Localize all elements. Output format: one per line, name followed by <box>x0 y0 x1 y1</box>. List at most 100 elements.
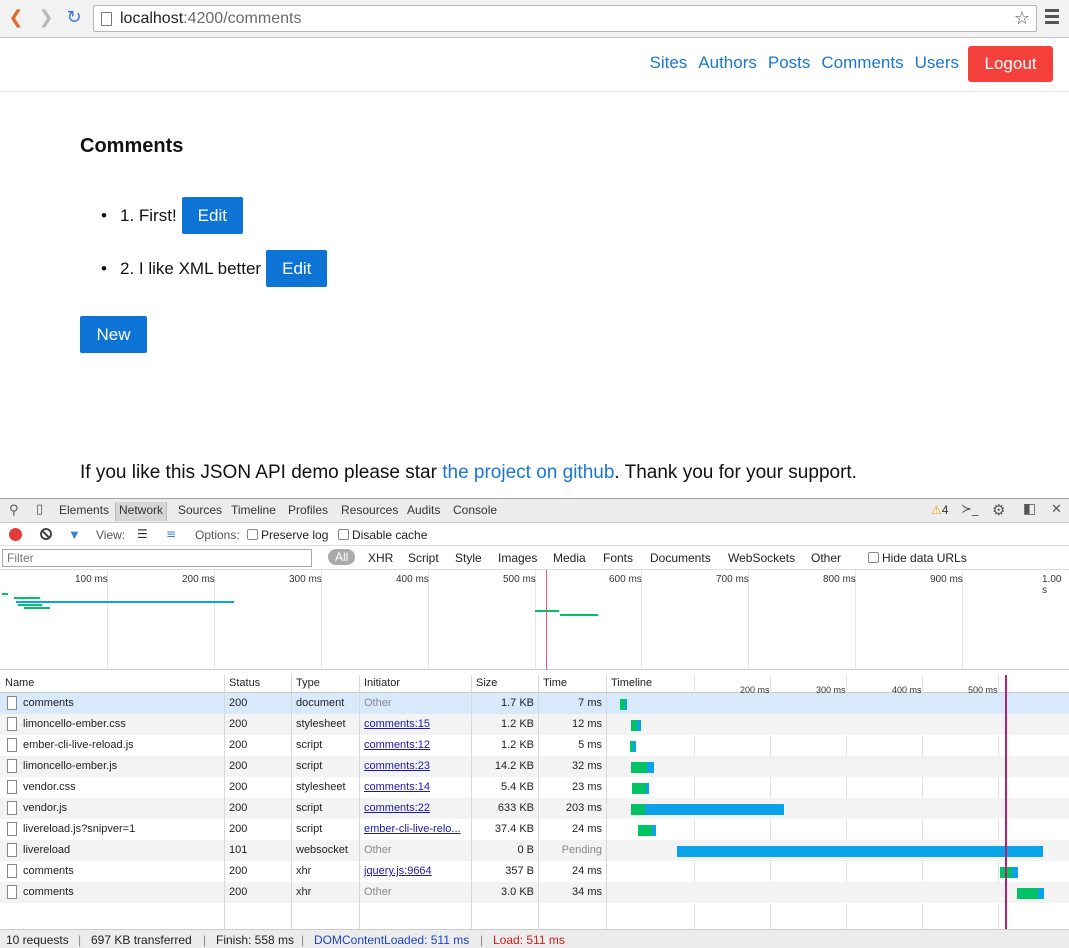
disable-cache-checkbox[interactable] <box>338 529 349 540</box>
request-name[interactable]: vendor.js <box>23 802 221 814</box>
column-timeline[interactable]: Timeline <box>611 677 652 689</box>
request-initiator[interactable]: ember-cli-live-relo... <box>364 823 468 835</box>
tab-resources[interactable]: Resources <box>341 503 398 517</box>
transferred-size: 697 KB transferred <box>91 933 192 947</box>
logout-button[interactable]: Logout <box>968 46 1053 82</box>
type-filter-documents[interactable]: Documents <box>650 551 711 565</box>
filter-input[interactable] <box>2 549 312 567</box>
record-icon[interactable] <box>9 528 22 541</box>
github-link[interactable]: the project on github <box>442 462 614 483</box>
nav-link-posts[interactable]: Posts <box>768 53 811 73</box>
request-count: 10 requests <box>6 933 69 947</box>
request-time: 7 ms <box>578 697 602 709</box>
filter-icon[interactable]: ▼ <box>68 527 81 542</box>
tab-elements[interactable]: Elements <box>59 503 109 517</box>
column-size[interactable]: Size <box>476 677 497 689</box>
preserve-log-checkbox[interactable] <box>247 529 258 540</box>
table-row[interactable]: limoncello-ember.css 200 stylesheet comment… <box>0 714 1069 735</box>
warning-counter[interactable]: ⚠4 <box>931 503 948 517</box>
type-filter-media[interactable]: Media <box>553 551 586 565</box>
type-filter-all[interactable]: All <box>328 549 356 565</box>
table-row[interactable]: limoncello-ember.js 200 script comments:23 1… <box>0 756 1069 777</box>
request-time: 24 ms <box>572 823 602 835</box>
table-row[interactable]: comments 200 document Other 1.7 KB 7 ms <box>0 693 1069 714</box>
type-filter-script[interactable]: Script <box>408 551 439 565</box>
network-overview[interactable]: 100 ms 200 ms 300 ms 400 ms 500 ms 600 m… <box>0 570 1069 670</box>
request-name[interactable]: livereload.js?snipver=1 <box>23 823 221 835</box>
request-name[interactable]: limoncello-ember.js <box>23 760 221 772</box>
hide-data-urls-checkbox[interactable] <box>868 552 879 563</box>
forward-icon[interactable]: ❯ <box>36 8 56 28</box>
column-time[interactable]: Time <box>543 677 567 689</box>
column-status[interactable]: Status <box>229 677 260 689</box>
type-filter-websockets[interactable]: WebSockets <box>728 551 795 565</box>
column-name[interactable]: Name <box>5 677 34 689</box>
table-row[interactable]: comments 200 xhr jquery.js:9664 357 B 24 ms <box>0 861 1069 882</box>
table-row[interactable]: vendor.css 200 stylesheet comments:14 5.4 KB… <box>0 777 1069 798</box>
request-initiator[interactable]: comments:15 <box>364 718 468 730</box>
nav-link-comments[interactable]: Comments <box>821 53 903 73</box>
browser-menu-icon[interactable] <box>1045 9 1059 27</box>
request-name[interactable]: comments <box>23 886 221 898</box>
type-filter-xhr[interactable]: XHR <box>368 551 393 565</box>
request-name[interactable]: limoncello-ember.css <box>23 718 221 730</box>
back-icon[interactable]: ❮ <box>6 8 26 28</box>
request-name[interactable]: vendor.css <box>23 781 221 793</box>
tab-console[interactable]: Console <box>453 503 497 517</box>
request-initiator: Other <box>364 697 392 709</box>
request-name[interactable]: livereload <box>23 844 221 856</box>
network-toolbar: ▼ View: ☰ ≡ Options: Preserve log Disabl… <box>0 524 1069 546</box>
tab-network[interactable]: Network <box>115 502 168 521</box>
table-row[interactable]: livereload 101 websocket Other 0 B Pending <box>0 840 1069 861</box>
column-type[interactable]: Type <box>296 677 320 689</box>
type-filter-images[interactable]: Images <box>498 551 537 565</box>
table-row[interactable]: comments 200 xhr Other 3.0 KB 34 ms <box>0 882 1069 903</box>
tab-timeline[interactable]: Timeline <box>231 503 276 517</box>
dock-icon[interactable]: ◧ <box>1023 501 1036 517</box>
list-view-icon[interactable]: ☰ <box>137 527 148 541</box>
request-type: script <box>296 802 323 814</box>
reload-icon[interactable]: ↻ <box>64 8 84 28</box>
table-row[interactable]: ember-cli-live-reload.js 200 script comment… <box>0 735 1069 756</box>
address-bar[interactable]: localhost:4200/comments ☆ <box>93 5 1037 32</box>
edit-button[interactable]: Edit <box>266 250 328 287</box>
tab-sources[interactable]: Sources <box>178 503 222 517</box>
timeline-receiving-bar <box>645 804 784 815</box>
tab-audits[interactable]: Audits <box>407 503 440 517</box>
url-text[interactable]: localhost:4200/comments <box>120 10 301 28</box>
overview-tick-label: 1.00 s <box>1042 574 1062 596</box>
request-initiator[interactable]: jquery.js:9664 <box>364 865 468 877</box>
console-drawer-icon[interactable]: ≻_ <box>961 502 978 517</box>
edit-button[interactable]: Edit <box>181 197 243 234</box>
request-status: 200 <box>229 739 248 751</box>
type-filter-other[interactable]: Other <box>811 551 841 565</box>
timeline-waiting-bar <box>631 762 647 773</box>
clear-icon[interactable] <box>40 528 52 540</box>
nav-link-users[interactable]: Users <box>915 53 959 73</box>
gear-icon[interactable]: ⚙ <box>992 501 1005 519</box>
tab-profiles[interactable]: Profiles <box>288 503 328 517</box>
bookmark-star-icon[interactable]: ☆ <box>1014 8 1030 29</box>
nav-link-authors[interactable]: Authors <box>698 53 757 73</box>
column-divider <box>606 675 607 931</box>
type-filter-style[interactable]: Style <box>455 551 482 565</box>
inspect-icon[interactable]: ⚲ <box>9 503 19 518</box>
table-row[interactable]: vendor.js 200 script comments:22 633 KB 203 m… <box>0 798 1069 819</box>
request-name[interactable]: comments <box>23 697 221 709</box>
waterfall-view-icon[interactable]: ≡ <box>166 527 176 541</box>
request-initiator[interactable]: comments:23 <box>364 760 468 772</box>
request-initiator[interactable]: comments:14 <box>364 781 468 793</box>
request-name[interactable]: comments <box>23 865 221 877</box>
nav-link-sites[interactable]: Sites <box>649 53 687 73</box>
type-filter-fonts[interactable]: Fonts <box>603 551 633 565</box>
request-initiator[interactable]: comments:12 <box>364 739 468 751</box>
nav-links: Sites Authors Posts Comments Users <box>649 53 959 73</box>
request-initiator[interactable]: comments:22 <box>364 802 468 814</box>
domcontentloaded-time: DOMContentLoaded: 511 ms <box>314 933 470 947</box>
table-row[interactable]: livereload.js?snipver=1 200 script ember-cl… <box>0 819 1069 840</box>
new-button[interactable]: New <box>80 316 147 353</box>
request-name[interactable]: ember-cli-live-reload.js <box>23 739 221 751</box>
device-mode-icon[interactable]: ▯ <box>36 502 43 517</box>
close-icon[interactable]: ✕ <box>1051 502 1062 517</box>
column-initiator[interactable]: Initiator <box>364 677 400 689</box>
